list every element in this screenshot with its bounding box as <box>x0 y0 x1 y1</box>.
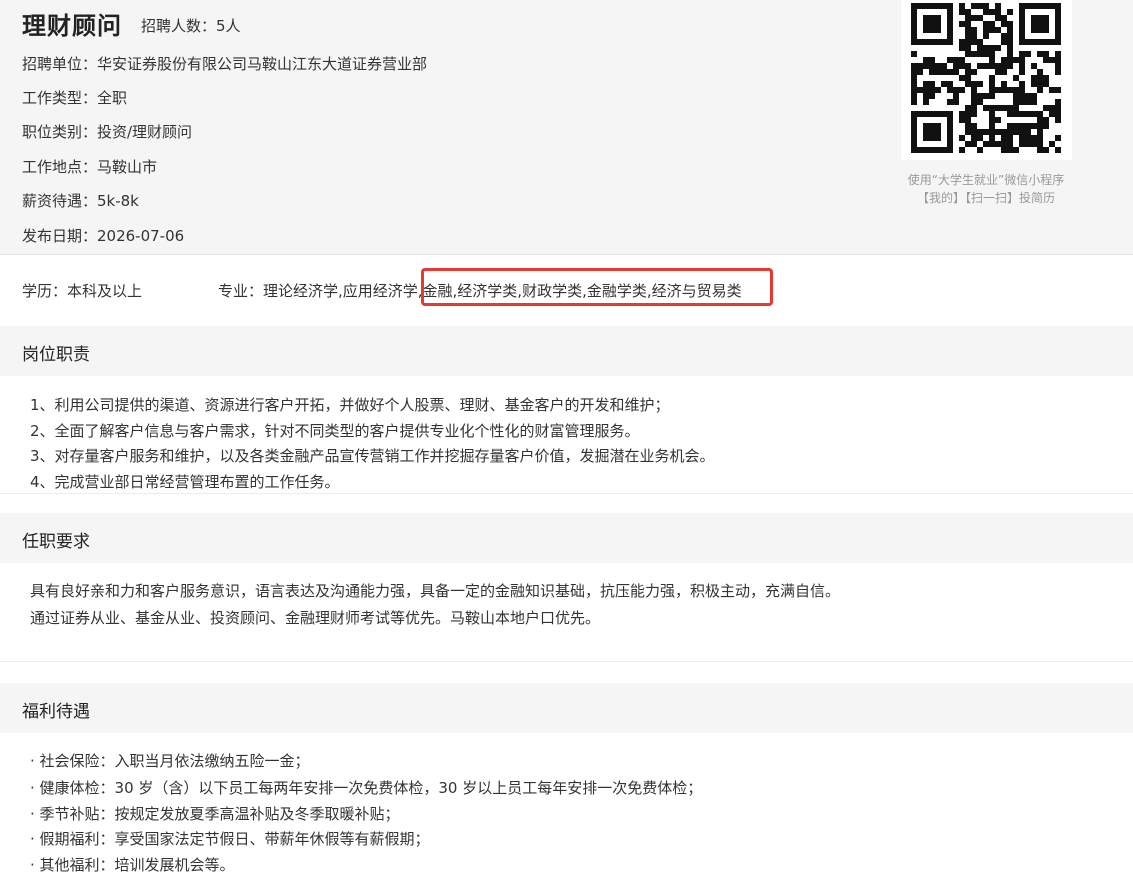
section-benefits-header: 福利待遇 <box>0 683 1133 733</box>
section-divider <box>0 493 1133 494</box>
duty-item: 2、全面了解客户信息与客户需求，针对不同类型的客户提供专业化个性化的财富管理服务… <box>30 422 640 440</box>
info-salary: 薪资待遇：5k-8k <box>22 192 139 210</box>
job-title: 理财顾问 <box>22 12 122 40</box>
section-duties-title: 岗位职责 <box>22 345 90 365</box>
section-divider <box>0 661 1133 662</box>
section-qualifications-title: 任职要求 <box>22 532 90 552</box>
info-publish-date: 发布日期：2026-07-06 <box>22 227 185 245</box>
benefit-item: · 健康体检：30 岁（含）以下员工每两年安排一次免费体检，30 岁以上员工每年… <box>30 779 703 797</box>
qr-caption: 使用“大学生就业”微信小程序 【我的】【扫一扫】投简历 <box>888 171 1084 207</box>
duty-item: 3、对存量客户服务和维护，以及各类金融产品宣传营销工作并挖掘存量客户价值，发掘潜… <box>30 447 715 465</box>
info-location: 工作地点：马鞍山市 <box>22 158 158 176</box>
info-job-type: 工作类型：全职 <box>22 89 128 107</box>
headcount: 招聘人数：5人 <box>141 17 241 35</box>
qualification-item: 通过证券从业、基金从业、投资顾问、金融理财师考试等优先。马鞍山本地户口优先。 <box>30 609 601 627</box>
section-benefits-title: 福利待遇 <box>22 702 90 722</box>
benefit-item: · 其他福利：培训发展机会等。 <box>30 856 235 874</box>
qr-code <box>901 0 1072 160</box>
qualification-item: 具有良好亲和力和客户服务意识，语言表达及沟通能力强，具备一定的金融知识基础，抗压… <box>30 582 841 600</box>
info-employer: 招聘单位：华安证券股份有限公司马鞍山江东大道证券营业部 <box>22 55 428 73</box>
qr-caption-line1: 使用“大学生就业”微信小程序 <box>907 173 1065 187</box>
benefit-item: · 季节补贴：按规定发放夏季高温补贴及冬季取暖补贴； <box>30 805 400 823</box>
job-header: 理财顾问 招聘人数：5人 招聘单位：华安证券股份有限公司马鞍山江东大道证券营业部… <box>0 0 1133 255</box>
qr-caption-line2: 【我的】【扫一扫】投简历 <box>916 191 1055 205</box>
highlight-box <box>421 268 773 306</box>
education-requirement: 学历：本科及以上 <box>22 282 143 300</box>
duty-item: 1、利用公司提供的渠道、资源进行客户开拓，并做好个人股票、理财、基金客户的开发和… <box>30 396 670 414</box>
section-qualifications-header: 任职要求 <box>0 513 1133 563</box>
info-category: 职位类别：投资/理财顾问 <box>22 123 193 141</box>
duty-item: 4、完成营业部日常经营管理布置的工作任务。 <box>30 473 340 491</box>
section-duties-header: 岗位职责 <box>0 326 1133 376</box>
benefit-item: · 假期福利：享受国家法定节假日、带薪年休假等有薪假期； <box>30 830 430 848</box>
benefit-item: · 社会保险：入职当月依法缴纳五险一金； <box>30 752 310 770</box>
